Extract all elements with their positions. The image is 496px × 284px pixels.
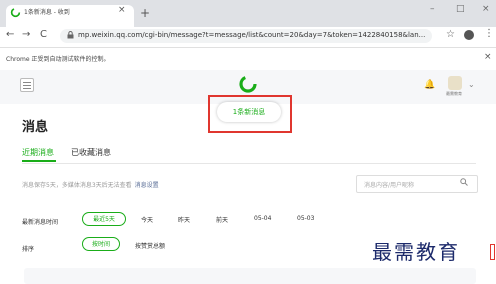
- message-settings-link[interactable]: 消息设置: [135, 182, 159, 189]
- lock-icon: [67, 31, 74, 39]
- tab-title: 1条新消息 - 收到: [24, 9, 70, 16]
- infobar-text: Chrome 正受到自动测试软件的控制。: [6, 56, 110, 63]
- filter-day-before[interactable]: 前天: [216, 215, 228, 224]
- filter-today[interactable]: 今天: [141, 215, 153, 224]
- tab-recent-messages[interactable]: 近期消息: [22, 147, 54, 158]
- filter-date-0504[interactable]: 05-04: [254, 215, 271, 222]
- profile-avatar[interactable]: [464, 30, 474, 40]
- retention-hint-text: 消息保存5天，多媒体消息3天后无法查看: [22, 182, 132, 189]
- sort-by-time[interactable]: 按时间: [82, 237, 120, 251]
- infobar-close-icon[interactable]: ×: [484, 52, 492, 62]
- new-tab-button[interactable]: +: [140, 6, 150, 20]
- message-list-area: [24, 268, 476, 284]
- avatar-caption: 最需教育: [446, 91, 462, 96]
- maximize-icon[interactable]: □: [456, 4, 465, 14]
- sort-label: 排序: [22, 246, 35, 253]
- wechat-mp-logo-icon[interactable]: [238, 74, 258, 94]
- watermark-mark: [490, 244, 495, 260]
- sort-by-tips[interactable]: 按赞赏总额: [135, 241, 165, 250]
- hamburger-menu-icon[interactable]: [20, 78, 34, 92]
- tab-close-icon[interactable]: ×: [118, 5, 126, 15]
- reload-icon[interactable]: C: [40, 29, 47, 40]
- tab-starred-messages[interactable]: 已收藏消息: [71, 147, 111, 158]
- active-tab-indicator: [22, 160, 56, 162]
- filter-yesterday[interactable]: 昨天: [178, 215, 190, 224]
- retention-hint: 消息保存5天，多媒体消息3天后无法查看 消息设置: [22, 180, 159, 189]
- url-text: mp.weixin.qq.com/cgi-bin/message?t=messa…: [78, 31, 426, 39]
- search-icon[interactable]: [460, 178, 468, 186]
- window-close-icon[interactable]: ×: [482, 4, 490, 14]
- forward-icon[interactable]: →: [22, 29, 30, 40]
- bookmark-star-icon[interactable]: ☆: [446, 29, 455, 40]
- minimize-icon[interactable]: –: [430, 4, 435, 14]
- chevron-down-icon[interactable]: ⌄: [468, 80, 475, 89]
- filter-date-0503[interactable]: 05-03: [297, 215, 314, 222]
- new-message-button[interactable]: 1条新消息: [217, 102, 281, 122]
- search-placeholder: 消息内容/用户昵称: [364, 182, 415, 189]
- watermark-text: 最需教育: [372, 240, 460, 264]
- account-avatar[interactable]: [448, 76, 462, 90]
- back-icon[interactable]: ←: [6, 29, 14, 40]
- bell-icon[interactable]: 🔔: [424, 80, 435, 90]
- browser-menu-icon[interactable]: ⋮: [484, 28, 494, 39]
- time-filter-label: 最新消息时间: [22, 219, 59, 226]
- page-title: 消息: [22, 120, 49, 135]
- wechat-mp-favicon-icon: [10, 7, 21, 18]
- filter-last-5-days[interactable]: 最近5天: [82, 212, 126, 226]
- tab-divider: [22, 163, 476, 164]
